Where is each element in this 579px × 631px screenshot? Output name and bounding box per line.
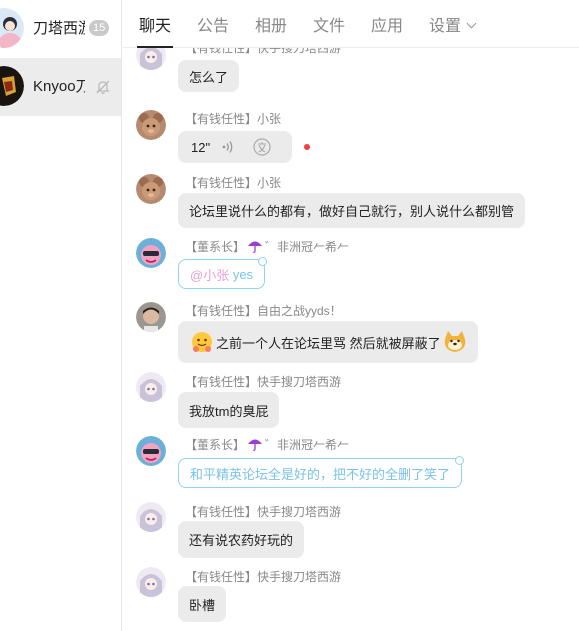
message-text: yes bbox=[229, 266, 254, 282]
group-avatar bbox=[0, 8, 24, 48]
voice-to-text-icon[interactable] bbox=[252, 137, 272, 157]
chat-message-list[interactable]: 【有钱任性】快手搜刀塔西游 怎么了 【有钱任性】小张 12" 【有钱任性】小张 … bbox=[123, 48, 579, 631]
message-bubble[interactable]: 我放tm的臭屁 bbox=[178, 392, 280, 428]
sender-name: 【有钱任性】小张 bbox=[185, 176, 282, 190]
tab-apps[interactable]: 应用 bbox=[371, 0, 403, 47]
voice-message-bubble[interactable]: 12" bbox=[178, 131, 292, 163]
group-tab-bar: 聊天 公告 相册 文件 应用 设置 bbox=[123, 0, 579, 48]
chevron-down-icon bbox=[466, 18, 477, 29]
conversation-sidebar: 刀塔西游 15 Knyoo刀塔 bbox=[0, 0, 122, 631]
umbrella-icon bbox=[247, 239, 263, 253]
sender-name: 【董系长】 ゛非洲冠𠂉希𠂉 bbox=[185, 238, 349, 255]
user-avatar[interactable] bbox=[136, 48, 166, 70]
sender-title: 【董系长】 bbox=[185, 240, 246, 254]
sender-name: 【有钱任性】快手搜刀塔西游 bbox=[185, 505, 342, 519]
unread-badge: 15 bbox=[89, 20, 110, 36]
unread-voice-dot bbox=[304, 144, 310, 150]
mention-link[interactable]: @小张 bbox=[190, 265, 229, 284]
conversation-name: Knyoo刀塔 bbox=[33, 78, 85, 95]
user-avatar[interactable] bbox=[136, 436, 166, 466]
voice-duration: 12" bbox=[191, 139, 211, 155]
message-bubble[interactable]: 论坛里说什么的都有，做好自己就行，别人说什么都别管 bbox=[178, 193, 526, 228]
sender-name: 【有钱任性】小张 bbox=[185, 112, 282, 126]
sender-name: 【有钱任性】自由之战yyds！ bbox=[185, 304, 342, 318]
tab-announcement[interactable]: 公告 bbox=[197, 0, 229, 47]
tab-files[interactable]: 文件 bbox=[313, 0, 345, 47]
sender-nickname: ゛非洲冠𠂉希𠂉 bbox=[265, 240, 350, 254]
conversation-name: 刀塔西游 bbox=[33, 20, 85, 37]
voice-wave-icon bbox=[222, 140, 234, 154]
message-bubble[interactable]: 之前一个人在论坛里骂 然后就被屏蔽了 bbox=[178, 321, 478, 363]
user-avatar[interactable] bbox=[136, 372, 166, 402]
tab-chat[interactable]: 聊天 bbox=[136, 0, 174, 48]
user-avatar[interactable] bbox=[136, 302, 166, 332]
sender-title: 【董系长】 bbox=[185, 438, 246, 452]
message-bubble[interactable]: 和平精英论坛全是好的，把不好的全删了笑了 bbox=[178, 456, 465, 488]
message-bubble[interactable]: @小张 yes bbox=[178, 257, 268, 289]
sender-name: 【有钱任性】快手搜刀塔西游 bbox=[185, 375, 342, 389]
tab-album[interactable]: 相册 bbox=[255, 0, 287, 47]
message-bubble[interactable]: 还有说农药好玩的 bbox=[178, 521, 305, 558]
message-bubble[interactable]: 怎么了 bbox=[178, 60, 240, 92]
tab-settings[interactable]: 设置 bbox=[429, 0, 477, 47]
user-avatar[interactable] bbox=[136, 502, 166, 532]
hug-emoji-icon bbox=[190, 330, 214, 354]
sender-nickname: ゛非洲冠𠂉希𠂉 bbox=[265, 438, 350, 452]
umbrella-icon bbox=[247, 437, 263, 451]
user-avatar[interactable] bbox=[136, 238, 166, 268]
sender-name: 【有钱任性】快手搜刀塔西游 bbox=[185, 570, 342, 584]
group-avatar bbox=[0, 66, 24, 106]
user-avatar[interactable] bbox=[136, 567, 166, 597]
user-avatar[interactable] bbox=[136, 174, 166, 204]
user-avatar[interactable] bbox=[136, 110, 166, 140]
message-text: 之前一个人在论坛里骂 然后就被屏蔽了 bbox=[216, 335, 441, 351]
mute-bell-icon bbox=[94, 78, 112, 96]
message-bubble[interactable]: 卧槽 bbox=[178, 586, 227, 622]
conversation-item-daotaxiyou[interactable]: 刀塔西游 15 bbox=[0, 0, 121, 58]
tab-settings-label: 设置 bbox=[429, 18, 462, 35]
conversation-item-knyoo[interactable]: Knyoo刀塔 bbox=[0, 58, 121, 116]
doge-emoji-icon bbox=[443, 330, 467, 354]
sender-name: 【有钱任性】快手搜刀塔西游 bbox=[185, 48, 342, 55]
sender-name: 【董系长】 ゛非洲冠𠂉希𠂉 bbox=[185, 436, 349, 453]
